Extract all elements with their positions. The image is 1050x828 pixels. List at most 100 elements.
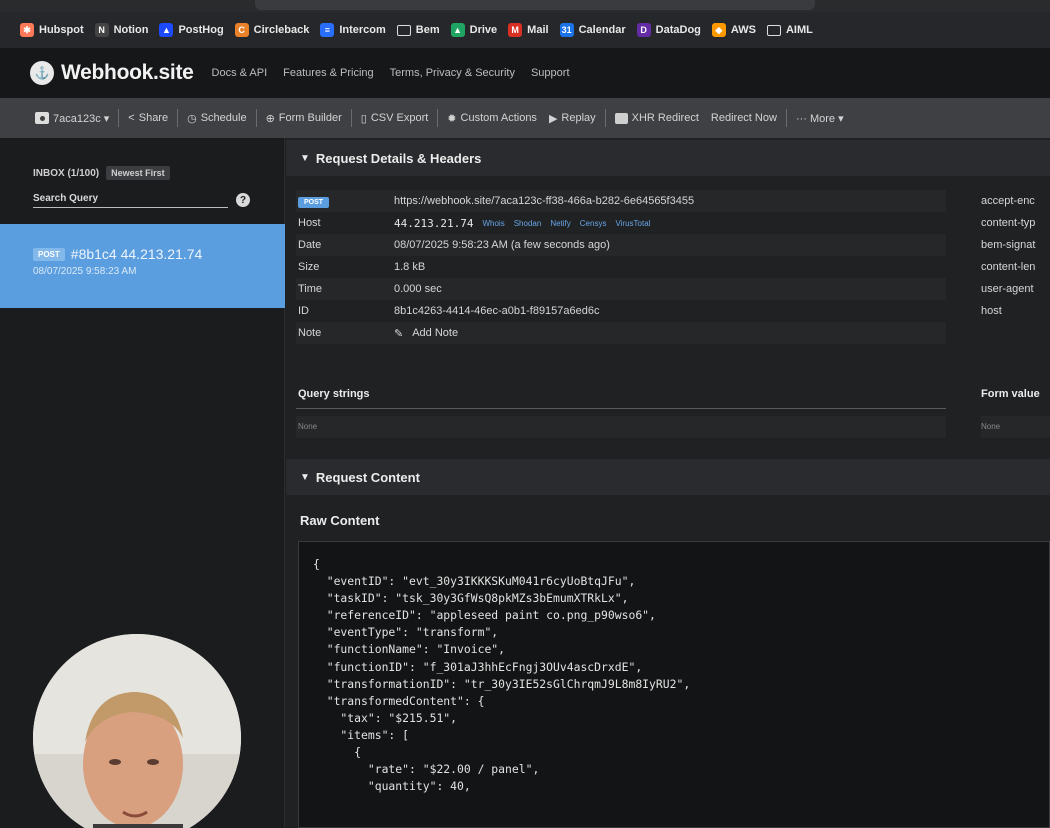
gear-icon: ✹ — [447, 112, 457, 125]
request-timestamp: 08/07/2025 9:58:23 AM — [33, 266, 137, 277]
token-dropdown[interactable]: 7aca123c ▾ — [35, 112, 109, 125]
folder-icon — [766, 24, 781, 36]
toolbar-divider — [118, 109, 120, 127]
datadog-icon: D — [636, 23, 651, 37]
address-bar-edge — [255, 0, 815, 10]
bookmark-circleback[interactable]: C Circleback — [234, 23, 309, 37]
request-list-item[interactable]: POST #8b1c4 44.213.21.74 08/07/2025 9:58… — [0, 224, 285, 308]
header-name: content-typ — [981, 217, 1036, 229]
time-label: Time — [298, 283, 323, 295]
help-icon[interactable]: ? — [236, 193, 250, 207]
bookmark-aws[interactable]: ◆ AWS — [711, 23, 756, 37]
shodan-link[interactable]: Shodan — [514, 219, 542, 228]
bookmark-mail[interactable]: M Mail — [508, 23, 549, 37]
toolbar-divider — [785, 109, 787, 127]
size-row: Size 1.8 kB — [296, 256, 946, 278]
inbox-header: INBOX (1/100) Newest First — [33, 166, 170, 180]
censys-link[interactable]: Censys — [580, 219, 607, 228]
virustotal-link[interactable]: VirusTotal — [615, 219, 650, 228]
person-video-icon — [33, 634, 241, 828]
form-builder-label: Form Builder — [278, 112, 342, 124]
search-input[interactable]: Search Query — [33, 193, 228, 208]
raw-content-box[interactable]: { "eventID": "evt_30y3IKKKSKuM041r6cyUoB… — [298, 541, 1050, 828]
clock-icon: ◷ — [187, 112, 197, 125]
site-logo[interactable]: ⚓ Webhook.site — [30, 61, 194, 85]
details-section-title: Request Details & Headers — [315, 150, 482, 166]
id-value: 8b1c4263-4414-46ec-a0b1-f89157a6ed6c — [394, 305, 600, 317]
size-value: 1.8 kB — [394, 261, 426, 273]
custom-actions-label: Custom Actions — [460, 112, 537, 124]
inbox-sidebar: INBOX (1/100) Newest First Search Query … — [0, 138, 285, 828]
circleback-icon: C — [234, 23, 249, 37]
bookmark-drive[interactable]: ▲ Drive — [450, 23, 497, 37]
form-builder-button[interactable]: ⊕ Form Builder — [266, 112, 342, 125]
nav-terms-privacy[interactable]: Terms, Privacy & Security — [390, 67, 515, 79]
bookmark-notion[interactable]: N Notion — [94, 23, 149, 37]
whois-link[interactable]: Whois — [482, 219, 504, 228]
nav-support[interactable]: Support — [531, 67, 570, 79]
header-name: user-agent — [981, 283, 1034, 295]
request-detail-panel: ▼ Request Details & Headers POST https:/… — [286, 138, 1050, 828]
bookmark-datadog[interactable]: D DataDog — [636, 23, 701, 37]
nav-features-pricing[interactable]: Features & Pricing — [283, 67, 373, 79]
schedule-button[interactable]: ◷ Schedule — [187, 112, 246, 125]
bookmark-posthog[interactable]: ▲ PostHog — [159, 23, 224, 37]
request-id-ip: #8b1c4 44.213.21.74 — [70, 246, 203, 262]
schedule-label: Schedule — [200, 112, 247, 124]
time-value: 0.000 sec — [394, 283, 442, 295]
bookmark-label: Notion — [113, 24, 149, 36]
bookmark-bem[interactable]: Bem — [396, 24, 440, 36]
more-dropdown[interactable]: ··· More ▾ — [796, 112, 844, 125]
bookmarks-bar: ✱ Hubspot N Notion ▲ PostHog C Circleback ≡ Inter… — [0, 12, 1050, 48]
size-label: Size — [298, 261, 320, 273]
toolbar-divider — [350, 109, 352, 127]
play-icon: ▶ — [548, 112, 558, 125]
chevron-down-icon: ▼ — [300, 152, 310, 164]
bookmark-intercom[interactable]: ≡ Intercom — [320, 23, 386, 37]
redirect-now-button[interactable]: Redirect Now — [711, 112, 777, 124]
form-values-value: None — [981, 416, 1050, 438]
request-url-link[interactable]: https://webhook.site/7aca123c-ff38-466a-… — [394, 195, 694, 207]
nav-docs-api[interactable]: Docs & API — [212, 67, 268, 79]
header-name: bem-signat — [981, 239, 1036, 251]
custom-actions-button[interactable]: ✹ Custom Actions — [447, 112, 537, 125]
query-strings-value: None — [296, 416, 946, 438]
csv-export-button[interactable]: ▯ CSV Export — [361, 112, 429, 125]
request-details-table: POST https://webhook.site/7aca123c-ff38-… — [296, 190, 946, 344]
header-name: content-len — [981, 261, 1036, 273]
id-label: ID — [298, 305, 309, 317]
divider — [296, 408, 946, 409]
action-toolbar: 7aca123c ▾ < Share ◷ Schedule ⊕ Form Builde… — [0, 98, 1050, 138]
webcam-avatar — [33, 634, 241, 828]
bookmark-calendar[interactable]: 31 Calendar — [559, 23, 626, 37]
webhook-logo-icon: ⚓ — [30, 61, 54, 85]
bookmark-hubspot[interactable]: ✱ Hubspot — [20, 23, 84, 37]
bookmark-label: PostHog — [178, 24, 224, 36]
bookmark-label: DataDog — [655, 24, 701, 36]
details-section-header[interactable]: ▼ Request Details & Headers — [286, 140, 1050, 176]
content-section-header[interactable]: ▼ Request Content — [286, 459, 1050, 495]
xhr-redirect-label: XHR Redirect — [631, 112, 699, 124]
netify-link[interactable]: Netify — [550, 219, 570, 228]
sort-order-toggle[interactable]: Newest First — [106, 166, 170, 180]
document-icon: ▯ — [360, 112, 367, 125]
intercom-icon: ≡ — [320, 23, 335, 37]
csv-export-label: CSV Export — [370, 112, 429, 124]
toolbar-divider — [177, 109, 179, 127]
host-label: Host — [298, 217, 321, 229]
date-value: 08/07/2025 9:58:23 AM (a few seconds ago… — [394, 239, 610, 251]
hubspot-icon: ✱ — [20, 23, 34, 37]
share-icon: < — [128, 112, 135, 124]
pencil-icon: ✎ — [394, 327, 404, 340]
replay-button[interactable]: ▶ Replay — [549, 112, 596, 125]
raw-content-code: { "eventID": "evt_30y3IKKKSKuM041r6cyUoB… — [313, 557, 691, 794]
date-row: Date 08/07/2025 9:58:23 AM (a few second… — [296, 234, 946, 256]
xhr-redirect-button[interactable]: XHR Redirect — [614, 112, 699, 124]
query-strings-title: Query strings — [298, 388, 370, 400]
add-note-button[interactable]: ✎ Add Note — [394, 327, 458, 340]
note-label: Note — [298, 327, 322, 339]
share-label: Share — [138, 112, 169, 124]
share-button[interactable]: < Share — [128, 112, 168, 124]
add-note-label: Add Note — [412, 327, 459, 339]
bookmark-aiml[interactable]: AIML — [766, 24, 813, 36]
